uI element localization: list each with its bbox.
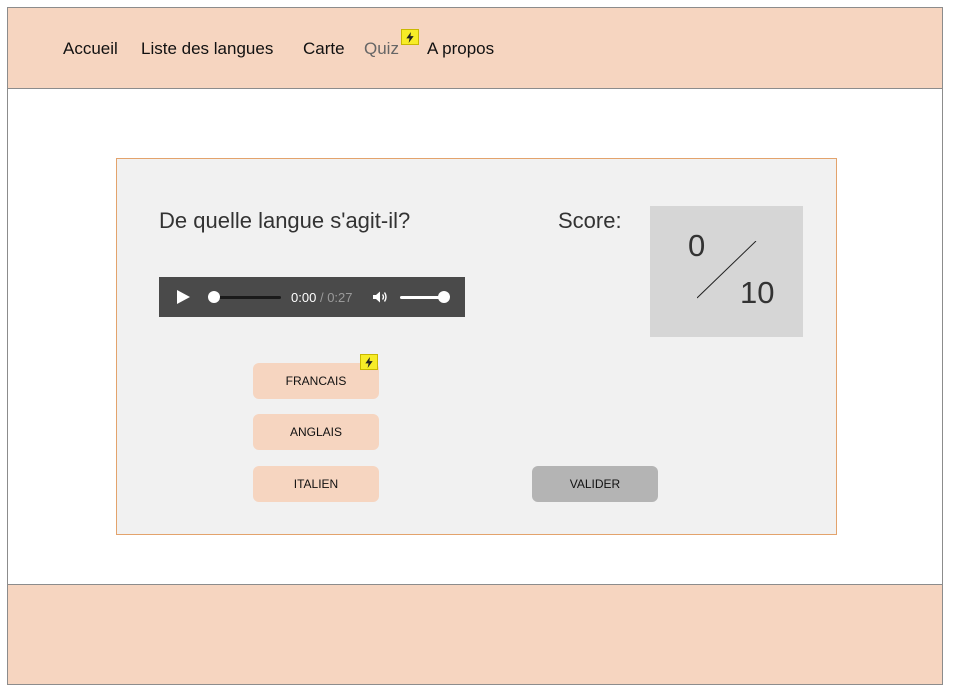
- audio-progress-track[interactable]: [208, 291, 281, 303]
- score-box: 0 10: [650, 206, 803, 337]
- play-icon[interactable]: [177, 290, 190, 304]
- score-total: 10: [740, 275, 775, 310]
- audio-time-separator: /: [319, 290, 324, 305]
- quiz-question: De quelle langue s'agit-il?: [159, 208, 411, 233]
- quiz-card: De quelle langue s'agit-il? Score: 0 10 …: [116, 158, 837, 535]
- nav-item-carte[interactable]: Carte: [303, 39, 345, 59]
- score-label: Score:: [558, 208, 622, 233]
- header: Accueil Liste des langues Carte Quiz A p…: [8, 8, 942, 89]
- nav-item-a-propos[interactable]: A propos: [427, 39, 494, 59]
- volume-icon[interactable]: [372, 290, 388, 304]
- nav-item-quiz[interactable]: Quiz: [364, 39, 399, 59]
- footer: [8, 584, 942, 684]
- validate-button[interactable]: VALIDER: [532, 466, 658, 502]
- audio-duration: 0:27: [327, 290, 353, 305]
- page-frame: Accueil Liste des langues Carte Quiz A p…: [7, 7, 943, 685]
- volume-knob[interactable]: [438, 291, 450, 303]
- lightning-icon: [401, 29, 419, 45]
- option-anglais-button[interactable]: ANGLAIS: [253, 414, 379, 450]
- nav-item-liste-des-langues[interactable]: Liste des langues: [141, 39, 273, 59]
- volume-slider[interactable]: [400, 291, 450, 303]
- audio-time: 0:00 / 0:27: [291, 290, 353, 305]
- lightning-icon: [360, 354, 378, 370]
- nav-item-accueil[interactable]: Accueil: [63, 39, 118, 59]
- audio-current-time: 0:00: [291, 290, 317, 305]
- audio-progress-knob[interactable]: [208, 291, 220, 303]
- option-italien-button[interactable]: ITALIEN: [253, 466, 379, 502]
- audio-player: 0:00 / 0:27: [159, 277, 465, 317]
